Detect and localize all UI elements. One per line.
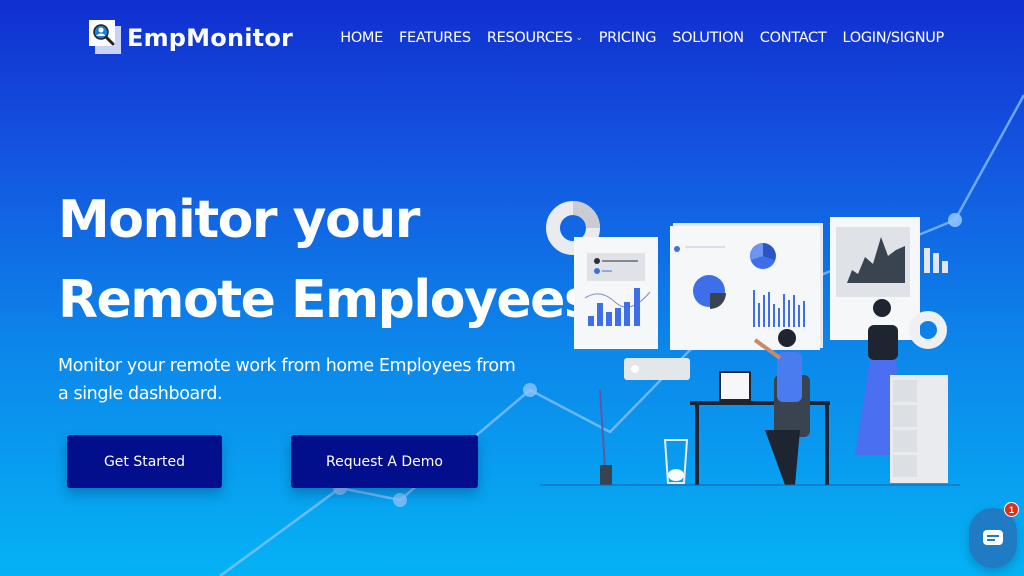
nav-resources-label: RESOURCES <box>486 30 573 46</box>
nav-contact[interactable]: CONTACT <box>760 30 827 46</box>
magnifier-user-icon <box>89 20 123 56</box>
nav-login-signup[interactable]: LOGIN/SIGNUP <box>842 30 944 46</box>
brand-logo[interactable]: EmpMonitor <box>89 20 293 56</box>
bar-chart-card <box>574 237 658 349</box>
main-nav: HOME FEATURES RESOURCES ⌄ PRICING SOLUTIO… <box>340 30 944 46</box>
site-header: EmpMonitor HOME FEATURES RESOURCES ⌄ PRIC… <box>0 0 1024 78</box>
trash-bin-graphic <box>663 439 689 484</box>
nav-pricing[interactable]: PRICING <box>599 30 657 46</box>
chat-notification-badge: 1 <box>1004 502 1019 517</box>
nav-solution[interactable]: SOLUTION <box>672 30 744 46</box>
get-started-button[interactable]: Get Started <box>67 435 222 488</box>
hero-illustration <box>540 201 960 486</box>
chat-widget-button[interactable] <box>969 508 1017 568</box>
area-chart-card <box>830 217 948 340</box>
nav-features[interactable]: FEATURES <box>399 30 471 46</box>
desk-scene <box>690 329 830 485</box>
small-donut-graphic <box>909 311 947 349</box>
plant-graphic <box>599 389 612 486</box>
hero-subtitle: Monitor your remote work from home Emplo… <box>58 356 516 404</box>
hero-title: Monitor your Remote Employees <box>58 180 595 340</box>
brand-name: EmpMonitor <box>127 24 294 52</box>
nav-home[interactable]: HOME <box>340 30 383 46</box>
nav-resources[interactable]: RESOURCES ⌄ <box>487 30 583 46</box>
hero-title-line-2: Remote Employees <box>58 270 595 330</box>
dashboard-board <box>670 223 823 350</box>
chat-bubble-icon <box>983 530 1003 545</box>
hero-title-line-1: Monitor your <box>58 190 420 250</box>
request-demo-button[interactable]: Request A Demo <box>291 435 478 488</box>
chevron-down-icon: ⌄ <box>575 33 583 43</box>
